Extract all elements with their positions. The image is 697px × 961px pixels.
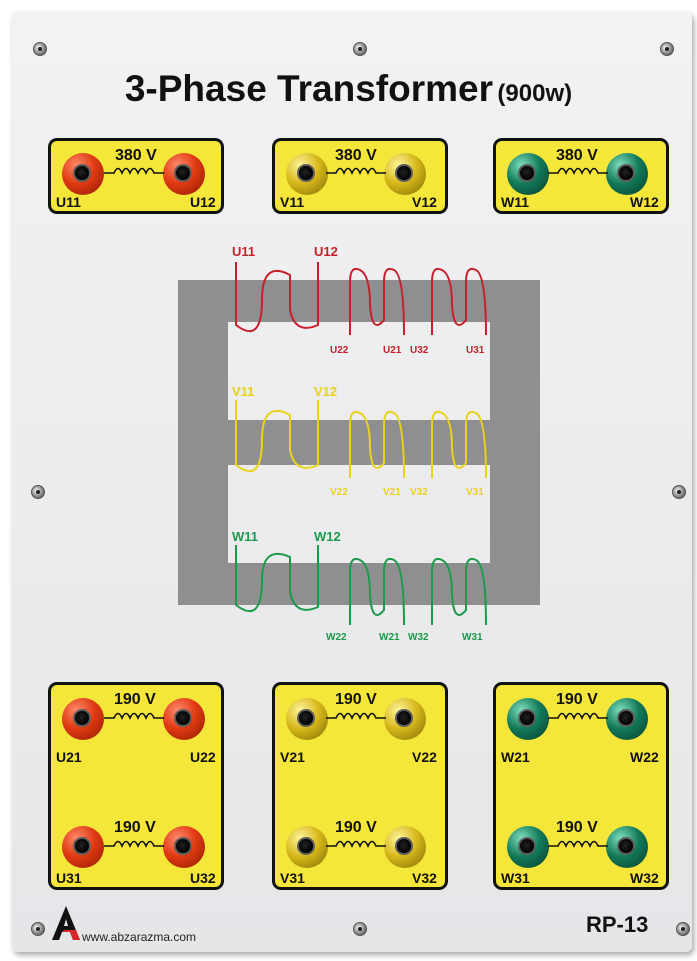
diagram-label-w12: W12	[314, 529, 341, 544]
diagram-label-v21: V21	[383, 487, 401, 498]
diagram-label-v22: V22	[330, 487, 348, 498]
company-logo-icon	[52, 906, 80, 940]
label-u31: U31	[56, 870, 82, 886]
coil-icon	[548, 840, 608, 848]
diagram-label-u21: U21	[383, 345, 402, 356]
terminal-u31[interactable]	[62, 826, 104, 868]
diagram-label-u22: U22	[330, 345, 349, 356]
diagram-label-u31: U31	[466, 345, 485, 356]
voltage-label: 190 V	[556, 819, 598, 836]
coil-icon	[548, 712, 608, 720]
model-number: RP-13	[586, 912, 649, 937]
terminal-v22[interactable]	[384, 698, 426, 740]
terminal-u32[interactable]	[163, 826, 205, 868]
diagram-label-w11: W11	[232, 529, 258, 544]
terminal-v21[interactable]	[286, 698, 328, 740]
label-v31: V31	[280, 870, 305, 886]
diagram-label-v12: V12	[314, 384, 337, 399]
website-url: www.abzarazma.com	[82, 930, 197, 944]
label-w32: W32	[630, 870, 659, 886]
diagram-label-v31: V31	[466, 487, 484, 498]
voltage-label: 190 V	[556, 691, 598, 708]
diagram-label-w21: W21	[379, 632, 400, 643]
diagram-label-w22: W22	[326, 632, 347, 643]
terminal-w22[interactable]	[606, 698, 648, 740]
terminal-u21[interactable]	[62, 698, 104, 740]
voltage-label: 190 V	[335, 819, 377, 836]
coil-icon	[104, 712, 164, 720]
label-w22: W22	[630, 749, 659, 765]
terminal-w31[interactable]	[507, 826, 549, 868]
terminal-v31[interactable]	[286, 826, 328, 868]
label-v21: V21	[280, 749, 305, 765]
terminal-w21[interactable]	[507, 698, 549, 740]
diagram-label-u11: U11	[232, 244, 255, 259]
label-w31: W31	[501, 870, 530, 886]
coil-icon	[104, 840, 164, 848]
diagram-label-v32: V32	[410, 487, 428, 498]
diagram-label-w32: W32	[408, 632, 429, 643]
voltage-label: 190 V	[114, 819, 156, 836]
diagram-label-u12: U12	[314, 244, 338, 259]
label-u21: U21	[56, 749, 82, 765]
voltage-label: 190 V	[114, 691, 156, 708]
label-u32: U32	[190, 870, 216, 886]
terminal-w32[interactable]	[606, 826, 648, 868]
terminal-v32[interactable]	[384, 826, 426, 868]
label-v22: V22	[412, 749, 437, 765]
coil-icon	[326, 712, 386, 720]
terminal-u22[interactable]	[163, 698, 205, 740]
label-v32: V32	[412, 870, 437, 886]
voltage-label: 190 V	[335, 691, 377, 708]
coil-icon	[326, 840, 386, 848]
diagram-label-v11: V11	[232, 384, 254, 399]
diagram-label-u32: U32	[410, 345, 429, 356]
diagram-label-w31: W31	[462, 632, 483, 643]
label-u22: U22	[190, 749, 216, 765]
label-w21: W21	[501, 749, 530, 765]
